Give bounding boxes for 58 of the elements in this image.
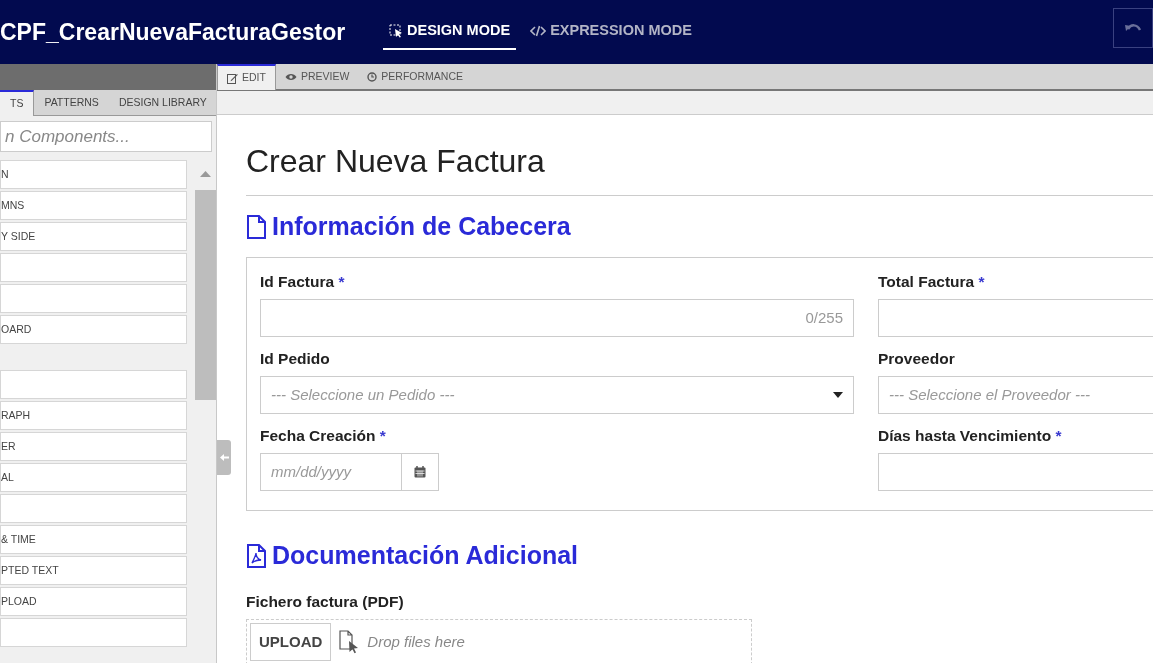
- field-label: Días hasta Vencimiento: [878, 427, 1052, 444]
- component-item[interactable]: OARD: [0, 315, 187, 344]
- component-item[interactable]: [0, 253, 187, 282]
- required-mark: *: [379, 427, 386, 444]
- component-item[interactable]: RAPH: [0, 401, 187, 430]
- eye-icon: [284, 73, 297, 81]
- field-label: Id Pedido: [260, 349, 330, 367]
- component-item[interactable]: AL: [0, 463, 187, 492]
- component-item[interactable]: [0, 618, 187, 647]
- component-item[interactable]: PTED TEXT: [0, 556, 187, 585]
- component-item[interactable]: MNS: [0, 191, 187, 220]
- component-item[interactable]: & TIME: [0, 525, 187, 554]
- drop-hint: Drop files here: [367, 631, 465, 652]
- component-item[interactable]: [0, 370, 187, 399]
- undo-icon: [1124, 22, 1142, 34]
- cursor-select-icon: [389, 24, 403, 38]
- arrow-left-icon: [219, 453, 229, 462]
- component-item[interactable]: N: [0, 160, 187, 189]
- editor-tab[interactable]: PREVIEW: [275, 64, 359, 90]
- app-title: CPF_CrearNuevaFacturaGestor: [0, 17, 347, 47]
- field-label: Fecha Creación: [260, 427, 376, 444]
- component-item[interactable]: Y SIDE: [0, 222, 187, 251]
- required-mark: *: [338, 272, 345, 290]
- upload-area[interactable]: UPLOAD Drop files here: [246, 619, 752, 663]
- edit-icon: [227, 72, 238, 84]
- required-mark: *: [978, 272, 985, 290]
- clock-icon: [367, 72, 378, 82]
- search-field[interactable]: n Components...: [0, 121, 212, 152]
- document-icon: [246, 214, 266, 239]
- scrollbar-thumb[interactable]: [195, 190, 216, 400]
- undo-button[interactable]: [1113, 8, 1153, 48]
- component-item[interactable]: [0, 284, 187, 313]
- field-label: Fichero factura (PDF): [246, 592, 404, 610]
- mode-tab[interactable]: EXPRESSION MODE: [524, 14, 698, 50]
- calendar-icon: [414, 466, 426, 479]
- character-counter: 0/255: [805, 307, 843, 328]
- component-item[interactable]: [0, 494, 187, 523]
- field-label: Proveedor: [878, 349, 955, 367]
- panel-tab[interactable]: PATTERNS: [34, 90, 109, 116]
- mode-tab[interactable]: DESIGN MODE: [383, 14, 517, 50]
- caret-icon: [833, 392, 843, 398]
- field-label: Total Factura: [878, 272, 975, 290]
- required-mark: *: [1055, 427, 1062, 444]
- editor-tab[interactable]: EDIT: [217, 64, 276, 90]
- component-item[interactable]: ER: [0, 432, 187, 461]
- panel-tab[interactable]: TS: [0, 90, 35, 116]
- code-icon: [530, 25, 547, 37]
- field-label: Id Factura: [260, 272, 335, 290]
- pdf-file-icon: [246, 544, 266, 568]
- panel-tab[interactable]: DESIGN LIBRARY: [108, 90, 217, 116]
- file-cursor-icon: [339, 630, 360, 654]
- collapse-handle[interactable]: [217, 440, 231, 475]
- section-heading: Documentación Adicional: [272, 540, 579, 572]
- section-heading: Información de Cabecera: [272, 211, 571, 242]
- form-title: Crear Nueva Factura: [246, 137, 1153, 196]
- component-item[interactable]: PLOAD: [0, 587, 187, 616]
- upload-button[interactable]: UPLOAD: [250, 623, 332, 661]
- editor-tab[interactable]: PERFORMANCE: [358, 64, 473, 90]
